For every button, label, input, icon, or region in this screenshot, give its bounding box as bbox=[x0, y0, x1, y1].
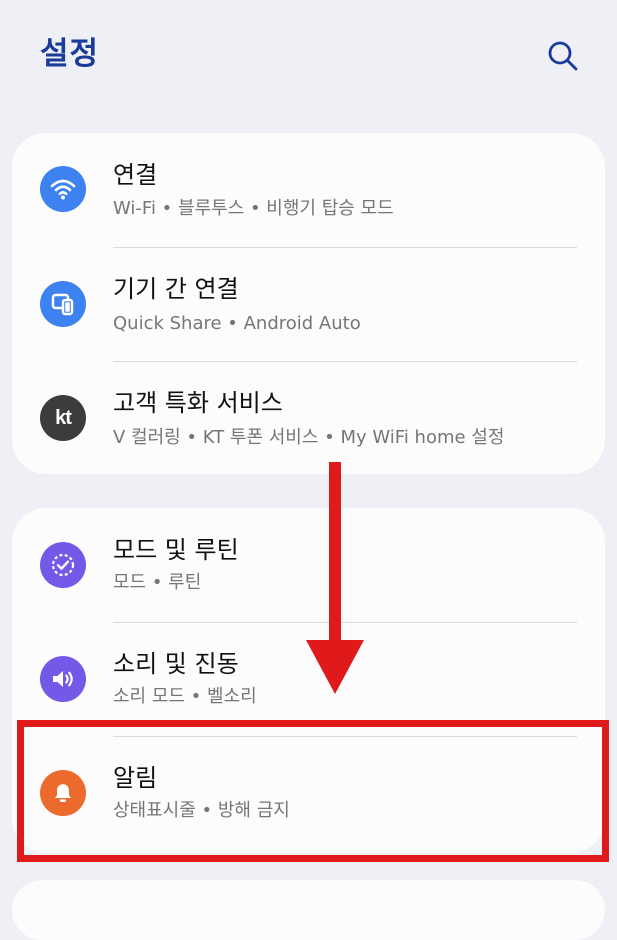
item-title: 알림 bbox=[113, 764, 158, 792]
settings-item-connections[interactable]: 연결 Wi-Fi • 블루투스 • 비행기 탑승 모드 bbox=[12, 133, 605, 247]
item-subtitle: 모드 • 루틴 bbox=[113, 572, 202, 593]
search-button[interactable] bbox=[540, 36, 584, 76]
devices-icon bbox=[40, 281, 86, 327]
settings-group-sound-notifications: 모드 및 루틴 모드 • 루틴 소리 및 진동 소리 모드 • 벨소리 알림 상… bbox=[12, 508, 605, 853]
settings-item-sound-vibration[interactable]: 소리 및 진동 소리 모드 • 벨소리 bbox=[12, 622, 605, 736]
settings-item-modes-routines[interactable]: 모드 및 루틴 모드 • 루틴 bbox=[12, 508, 605, 622]
wifi-icon bbox=[40, 166, 86, 212]
top-app-bar: 설정 bbox=[0, 0, 617, 110]
bell-icon bbox=[40, 770, 86, 816]
item-title: 소리 및 진동 bbox=[113, 650, 239, 678]
modes-routines-icon bbox=[40, 542, 86, 588]
item-subtitle: Quick Share • Android Auto bbox=[113, 313, 361, 334]
search-icon bbox=[548, 41, 578, 71]
kt-logo-icon: kt bbox=[40, 395, 86, 441]
settings-item-connected-devices[interactable]: 기기 간 연결 Quick Share • Android Auto bbox=[12, 247, 605, 361]
item-title: 모드 및 루틴 bbox=[113, 536, 239, 564]
item-title: 연결 bbox=[113, 161, 158, 189]
speaker-icon bbox=[40, 656, 86, 702]
item-subtitle: V 컬러링 • KT 투폰 서비스 • My WiFi home 설정 bbox=[113, 427, 505, 448]
item-title: 고객 특화 서비스 bbox=[113, 389, 283, 417]
settings-group-connections: 연결 Wi-Fi • 블루투스 • 비행기 탑승 모드 기기 간 연결 Quic… bbox=[12, 133, 605, 474]
item-subtitle: Wi-Fi • 블루투스 • 비행기 탑승 모드 bbox=[113, 198, 394, 219]
settings-item-notifications[interactable]: 알림 상태표시줄 • 방해 금지 bbox=[12, 736, 605, 850]
page-title: 설정 bbox=[40, 36, 100, 72]
settings-group-next bbox=[12, 880, 605, 940]
item-subtitle: 상태표시줄 • 방해 금지 bbox=[113, 800, 290, 821]
item-subtitle: 소리 모드 • 벨소리 bbox=[113, 686, 257, 707]
settings-item-carrier-services[interactable]: kt 고객 특화 서비스 V 컬러링 • KT 투폰 서비스 • My WiFi… bbox=[12, 361, 605, 475]
kt-logo-text: kt bbox=[55, 407, 72, 429]
item-title: 기기 간 연결 bbox=[113, 275, 239, 303]
